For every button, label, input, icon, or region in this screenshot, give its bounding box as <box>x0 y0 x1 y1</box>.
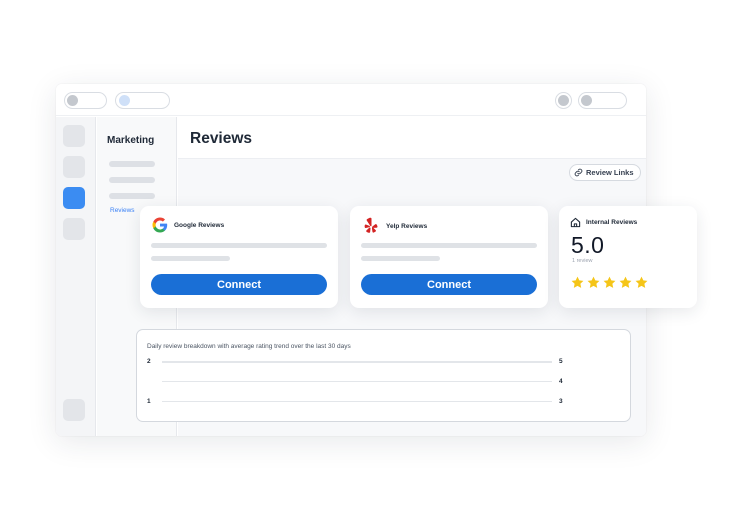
toggle-left[interactable] <box>64 92 107 109</box>
placeholder-line <box>361 256 440 261</box>
internal-reviews-card: Internal Reviews 5.0 1 review <box>559 206 697 308</box>
avatar-button[interactable] <box>555 92 572 109</box>
rail-item-2[interactable] <box>63 156 85 178</box>
chart-caption: Daily review breakdown with average rati… <box>147 343 351 350</box>
page-header: Reviews <box>178 117 646 159</box>
title-bar <box>56 84 646 116</box>
card-title: Yelp Reviews <box>386 222 428 230</box>
toggle-knob <box>581 95 592 106</box>
card-header: Yelp Reviews <box>361 216 427 236</box>
placeholder-line <box>361 243 537 248</box>
toggle-right[interactable] <box>578 92 627 109</box>
card-header: Internal Reviews <box>570 217 637 228</box>
right-axis-tick: 5 <box>559 358 563 365</box>
review-breakdown-chart: Daily review breakdown with average rati… <box>136 329 631 422</box>
rail-item-marketing[interactable] <box>63 187 85 209</box>
card-title: Internal Reviews <box>586 219 638 226</box>
rail-item-1[interactable] <box>63 125 85 147</box>
yelp-reviews-card: Yelp Reviews Connect <box>350 206 548 308</box>
subnav-item-placeholder[interactable] <box>109 161 155 167</box>
star-icon <box>619 276 632 288</box>
yelp-connect-button[interactable]: Connect <box>361 274 537 295</box>
subnav-item-placeholder[interactable] <box>109 177 155 183</box>
right-axis-tick: 4 <box>559 378 563 385</box>
google-connect-button[interactable]: Connect <box>151 274 327 295</box>
subnav-item-reviews[interactable]: Reviews <box>110 207 135 214</box>
subnav-title: Marketing <box>107 135 155 146</box>
address-pill[interactable] <box>115 92 170 109</box>
right-axis-tick: 3 <box>559 398 563 405</box>
placeholder-line <box>151 256 230 261</box>
chart-gridline <box>162 361 552 363</box>
google-logo-icon <box>152 217 168 233</box>
left-axis-tick: 2 <box>147 358 151 365</box>
star-icon <box>603 276 616 288</box>
avatar-dot <box>558 95 569 106</box>
star-icon <box>635 276 648 288</box>
home-icon <box>570 217 581 228</box>
star-rating <box>570 275 649 290</box>
placeholder-line <box>151 243 327 248</box>
star-icon <box>587 276 600 288</box>
yelp-logo-icon <box>364 217 378 233</box>
average-rating: 5.0 <box>571 232 605 258</box>
review-count: 1 review <box>572 258 593 264</box>
link-icon <box>574 168 583 177</box>
rail-item-bottom[interactable] <box>63 399 85 421</box>
star-icon <box>571 276 584 288</box>
review-links-button[interactable]: Review Links <box>569 164 641 181</box>
rail-item-4[interactable] <box>63 218 85 240</box>
chart-gridline <box>162 381 552 382</box>
chart-gridline <box>162 401 552 402</box>
card-title: Google Reviews <box>174 221 225 229</box>
pill-knob <box>119 95 130 106</box>
icon-rail <box>56 117 96 436</box>
google-reviews-card: Google Reviews Connect <box>140 206 338 308</box>
left-axis-tick: 1 <box>147 398 151 405</box>
card-header: Google Reviews <box>151 216 224 234</box>
page-title: Reviews <box>190 130 253 147</box>
subnav-item-placeholder[interactable] <box>109 193 155 199</box>
review-links-label: Review Links <box>586 168 634 177</box>
app-screenshot: Marketing Reviews Reviews Review Links D… <box>0 0 750 525</box>
toggle-knob <box>67 95 78 106</box>
